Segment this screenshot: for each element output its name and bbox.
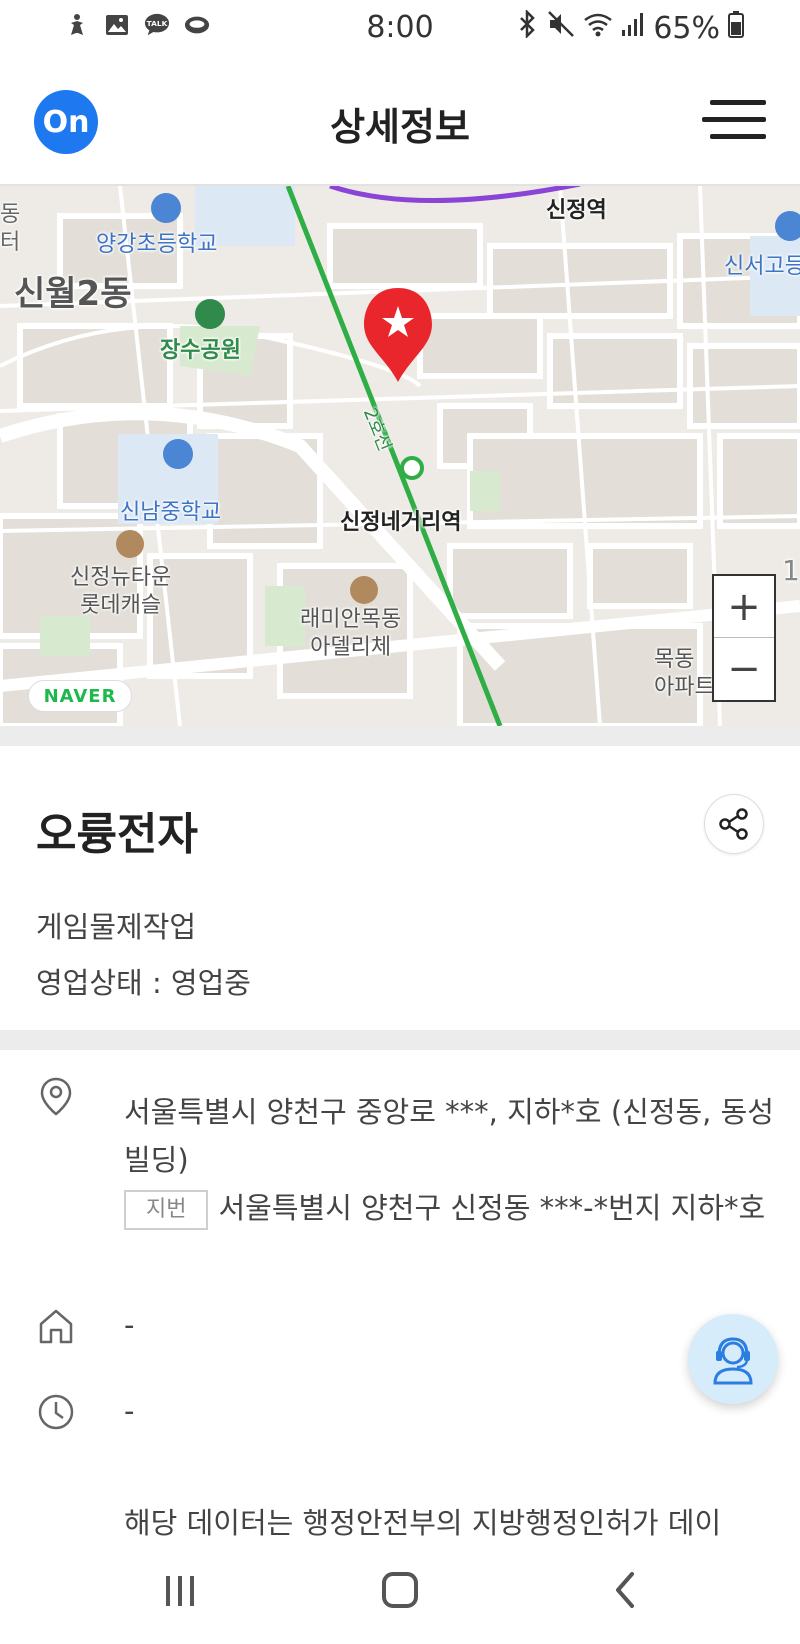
- battery-text: 65%: [653, 10, 720, 46]
- map-label-apartment-lotte: 신정뉴타운 롯데캐슬: [70, 564, 171, 620]
- battery-icon: [728, 10, 744, 46]
- business-name: 오륭전자: [36, 809, 198, 860]
- zoom-in-button[interactable]: +: [714, 576, 774, 638]
- map-label-school-sinnam: 신남중학교: [120, 500, 222, 525]
- map-label-apartment-raemian-line1: 래미안목동: [300, 607, 402, 632]
- naver-logo: NAVER: [28, 680, 132, 712]
- signal-icon: [621, 10, 645, 46]
- map-label-park: 장수공원: [160, 338, 241, 363]
- jibun-address-line: 지번 서울특별시 양천구 신정동 ***-*번지 지하*호: [124, 1184, 774, 1232]
- home-icon: [36, 1306, 76, 1346]
- map-label-apartment-mokdong-line1: 목동: [654, 647, 695, 672]
- data-source-notice: 해당 데이터는 행정안전부의 지방행정인허가 데이: [124, 1506, 722, 1540]
- map-view[interactable]: 동 터 양강초등학교 신정역 신서고등 신월2동 장수공원 2호선 신남중학교 …: [0, 186, 800, 726]
- clock-icon: [36, 1392, 76, 1432]
- system-navigation-bar: [0, 1538, 800, 1644]
- map-label-edge-number: 1: [782, 554, 800, 587]
- business-status: 영업상태 : 영업중: [36, 966, 251, 1000]
- address-block: 서울특별시 양천구 중앙로 ***, 지하*호 (신정동, 동성빌딩) 지번 서울…: [124, 1088, 774, 1232]
- map-label-sinwol2dong: 신월2동: [14, 274, 132, 314]
- map-label-apartment-lotte-line1: 신정뉴타운: [70, 565, 172, 590]
- wifi-icon: [583, 10, 613, 46]
- recent-apps-icon[interactable]: [150, 1560, 210, 1620]
- home-nav-icon[interactable]: [370, 1560, 430, 1620]
- map-label-apartment-raemian: 래미안목동 아델리체: [300, 606, 401, 662]
- map-label-school-sinseo: 신서고등: [724, 254, 800, 279]
- homepage-value: -: [124, 1308, 135, 1342]
- section-divider-2: [0, 1030, 800, 1050]
- hamburger-menu-icon[interactable]: [702, 100, 766, 142]
- share-button[interactable]: [704, 794, 764, 854]
- bluetooth-icon: [517, 8, 539, 46]
- customer-support-button[interactable]: [688, 1314, 778, 1404]
- road-address: 서울특별시 양천구 중앙로 ***, 지하*호 (신정동, 동성빌딩): [124, 1095, 774, 1177]
- jibun-badge: 지번: [124, 1190, 209, 1230]
- app-header: On 상세정보: [0, 60, 800, 186]
- map-label-station-sinjeong: 신정역: [546, 198, 607, 223]
- headset-agent-icon: [713, 1337, 753, 1385]
- hours-value: -: [124, 1394, 135, 1428]
- share-icon: [719, 808, 748, 840]
- zoom-out-button[interactable]: −: [714, 638, 774, 700]
- back-icon[interactable]: [596, 1560, 656, 1620]
- system-icons: 65%: [517, 8, 744, 46]
- map-label-apartment-mokdong-line2: 아파트: [654, 675, 715, 700]
- map-label-school-yanggang: 양강초등학교: [96, 232, 218, 257]
- map-label-apartment-raemian-line2: 아델리체: [310, 635, 392, 660]
- mute-icon: [547, 10, 575, 46]
- business-category: 게임물제작업: [36, 910, 197, 944]
- section-divider: [0, 726, 800, 746]
- page-title: 상세정보: [330, 105, 470, 149]
- map-label-apartment-lotte-line2: 롯데캐슬: [80, 593, 162, 618]
- map-label-dong-edge-2: 터: [0, 230, 21, 255]
- map-label-apartment-mokdong: 목동 아파트: [654, 646, 715, 702]
- location-pin-icon: [36, 1076, 76, 1116]
- map-label-station-sinjeongnegeori: 신정네거리역: [340, 510, 462, 535]
- status-bar: TALK 8:00 65%: [0, 0, 800, 60]
- jibun-address: 서울특별시 양천구 신정동 ***-*번지 지하*호: [218, 1191, 766, 1225]
- map-zoom-control: + −: [712, 574, 776, 702]
